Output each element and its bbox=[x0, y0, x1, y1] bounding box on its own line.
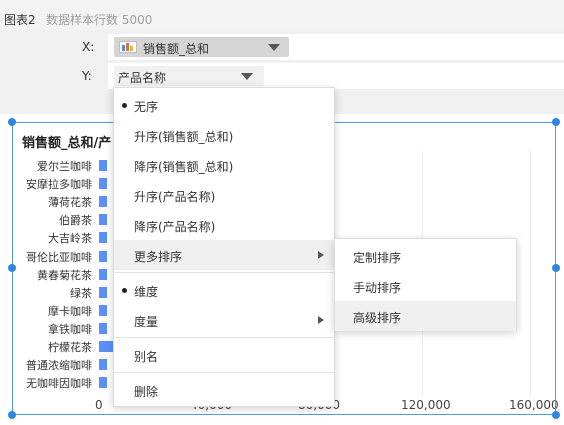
resize-handle[interactable] bbox=[8, 118, 16, 126]
submenu-item-manual-sort[interactable]: 手动排序 bbox=[335, 271, 516, 301]
menu-item-label: 度量 bbox=[134, 315, 159, 329]
sample-count: 数据样本行数 5000 bbox=[46, 13, 153, 27]
menu-divider bbox=[114, 337, 334, 338]
resize-handle[interactable] bbox=[8, 411, 16, 419]
menu-item-label: 无序 bbox=[134, 100, 159, 114]
menu-item-dimension[interactable]: 维度 bbox=[114, 275, 334, 305]
chevron-right-icon bbox=[318, 316, 324, 324]
menu-item-label: 别名 bbox=[134, 350, 159, 364]
submenu-item-label: 手动排序 bbox=[353, 281, 402, 295]
menu-item-measure[interactable]: 度量 bbox=[114, 305, 334, 335]
title-bar: 图表2 数据样本行数 5000 bbox=[0, 0, 564, 30]
menu-item-desc-sales[interactable]: 降序(销售额_总和) bbox=[114, 150, 334, 180]
selected-dot-icon bbox=[122, 288, 127, 293]
menu-item-label: 升序(产品名称) bbox=[134, 190, 216, 204]
submenu-item-advanced-sort[interactable]: 高级排序 bbox=[335, 301, 516, 331]
resize-handle[interactable] bbox=[552, 411, 560, 419]
menu-item-label: 删除 bbox=[134, 385, 159, 399]
menu-item-asc-product[interactable]: 升序(产品名称) bbox=[114, 180, 334, 210]
menu-divider bbox=[114, 272, 334, 273]
y-field-select[interactable]: 产品名称 bbox=[114, 66, 264, 86]
chevron-down-icon[interactable] bbox=[241, 73, 253, 80]
x-field-value: 销售额_总和 bbox=[143, 42, 210, 56]
menu-item-delete[interactable]: 删除 bbox=[114, 375, 334, 405]
menu-item-label: 维度 bbox=[134, 285, 159, 299]
menu-item-label: 降序(销售额_总和) bbox=[134, 160, 234, 174]
submenu-item-custom-sort[interactable]: 定制排序 bbox=[335, 241, 516, 271]
menu-divider bbox=[114, 372, 334, 373]
x-label: X: bbox=[82, 40, 95, 54]
sort-menu: 无序 升序(销售额_总和) 降序(销售额_总和) 升序(产品名称) 降序(产品名… bbox=[113, 87, 335, 407]
chevron-down-icon[interactable] bbox=[268, 44, 280, 51]
menu-item-more-sort[interactable]: 更多排序 bbox=[114, 240, 334, 270]
menu-item-label: 降序(产品名称) bbox=[134, 220, 216, 234]
chart-name: 图表2 bbox=[4, 13, 36, 27]
resize-handle[interactable] bbox=[8, 264, 16, 272]
menu-item-label: 更多排序 bbox=[134, 250, 183, 264]
resize-handle[interactable] bbox=[552, 264, 560, 272]
x-field-select[interactable]: 销售额_总和 bbox=[114, 37, 289, 57]
menu-item-desc-product[interactable]: 降序(产品名称) bbox=[114, 210, 334, 240]
y-label: Y: bbox=[82, 69, 92, 83]
more-sort-submenu: 定制排序 手动排序 高级排序 bbox=[334, 238, 517, 331]
selected-dot-icon bbox=[122, 103, 127, 108]
bar-chart-icon bbox=[119, 41, 137, 53]
menu-item-label: 升序(销售额_总和) bbox=[134, 130, 234, 144]
resize-handle[interactable] bbox=[552, 118, 560, 126]
menu-item-unsorted[interactable]: 无序 bbox=[114, 90, 334, 120]
menu-item-alias[interactable]: 别名 bbox=[114, 340, 334, 370]
menu-item-asc-sales[interactable]: 升序(销售额_总和) bbox=[114, 120, 334, 150]
submenu-item-label: 高级排序 bbox=[353, 311, 402, 325]
submenu-item-label: 定制排序 bbox=[353, 251, 402, 265]
chevron-right-icon bbox=[318, 251, 324, 259]
y-field-value: 产品名称 bbox=[118, 71, 167, 85]
